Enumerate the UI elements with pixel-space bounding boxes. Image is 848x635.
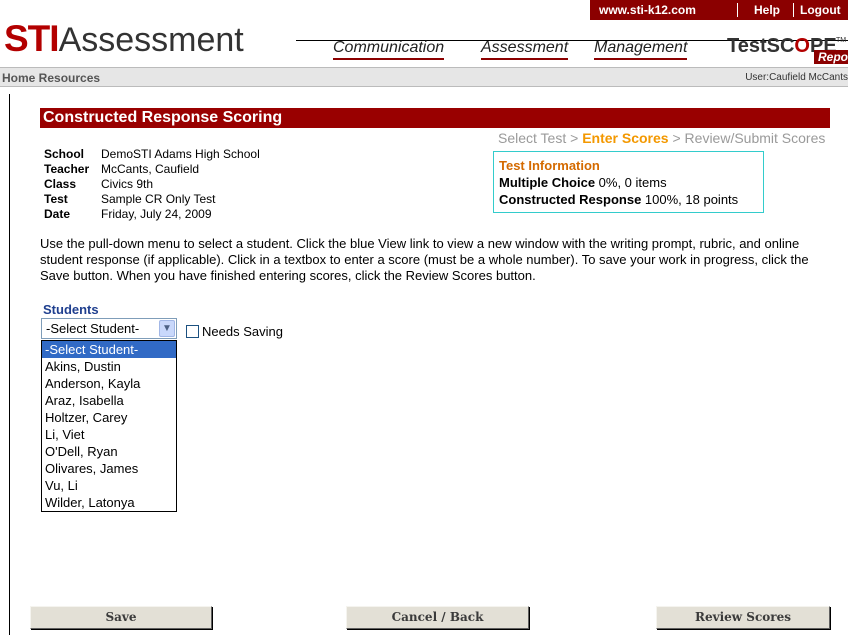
student-option[interactable]: Anderson, Kayla bbox=[42, 375, 176, 392]
detail-value: Civics 9th bbox=[101, 177, 154, 191]
logo-sti: STI bbox=[4, 18, 60, 59]
student-option[interactable]: O'Dell, Ryan bbox=[42, 443, 176, 460]
test-details: School DemoSTI Adams High School Teacher M… bbox=[44, 147, 260, 222]
detail-value: Friday, July 24, 2009 bbox=[101, 207, 212, 221]
current-user: User:Caufield McCants bbox=[745, 72, 848, 83]
save-button[interactable]: Save bbox=[30, 606, 212, 629]
testscope-text-o: O bbox=[794, 35, 810, 57]
detail-row: Test Sample CR Only Test bbox=[44, 192, 260, 207]
breadcrumb-select-test: Select Test bbox=[498, 130, 567, 146]
test-information-heading: Test Information bbox=[499, 158, 600, 173]
needs-saving-label: Needs Saving bbox=[202, 324, 283, 339]
site-link[interactable]: www.sti-k12.com bbox=[599, 3, 696, 17]
detail-key: Test bbox=[44, 192, 68, 206]
nav-assessment[interactable]: Assessment bbox=[481, 39, 569, 60]
page-title: Constructed Response Scoring bbox=[40, 108, 830, 128]
cr-value: 100%, 18 points bbox=[641, 192, 739, 207]
student-option[interactable]: Araz, Isabella bbox=[42, 392, 176, 409]
students-label: Students bbox=[43, 302, 99, 317]
student-option[interactable]: Li, Viet bbox=[42, 426, 176, 443]
mc-label: Multiple Choice bbox=[499, 175, 596, 190]
student-option[interactable]: Vu, Li bbox=[42, 477, 176, 494]
detail-key: Teacher bbox=[44, 162, 90, 176]
student-option[interactable]: Wilder, Latonya bbox=[42, 494, 176, 511]
detail-value: Sample CR Only Test bbox=[101, 192, 216, 206]
needs-saving-checkbox[interactable] bbox=[186, 325, 199, 338]
trademark-mark: TM bbox=[836, 37, 847, 44]
student-option[interactable]: -Select Student- bbox=[42, 341, 176, 358]
left-border-rule bbox=[9, 94, 10, 635]
detail-row: Class Civics 9th bbox=[44, 177, 260, 192]
student-dropdown-list: -Select Student- Akins, Dustin Anderson,… bbox=[41, 340, 177, 512]
detail-value: McCants, Caufield bbox=[101, 162, 200, 176]
constructed-response-line: Constructed Response 100%, 18 points bbox=[499, 191, 763, 208]
breadcrumb-separator: > bbox=[566, 130, 583, 146]
detail-key: Date bbox=[44, 207, 71, 221]
nav-communication[interactable]: Communication bbox=[333, 39, 445, 60]
divider bbox=[737, 3, 738, 17]
student-select[interactable]: -Select Student- ▼ bbox=[41, 318, 177, 339]
review-scores-button[interactable]: Review Scores bbox=[656, 606, 830, 629]
help-link[interactable]: Help bbox=[754, 3, 780, 17]
divider bbox=[793, 3, 794, 17]
detail-row: Teacher McCants, Caufield bbox=[44, 162, 260, 177]
breadcrumb-enter-scores: Enter Scores bbox=[582, 130, 669, 146]
student-select-value: -Select Student- bbox=[46, 321, 140, 336]
logo-assessment: Assessment bbox=[58, 21, 244, 59]
testscope-text-a: TestSC bbox=[727, 35, 795, 57]
mc-value: 0%, 0 items bbox=[595, 175, 667, 190]
cr-label: Constructed Response bbox=[499, 192, 642, 207]
detail-row: School DemoSTI Adams High School bbox=[44, 147, 260, 162]
breadcrumb-separator: > bbox=[668, 130, 685, 146]
nav-management[interactable]: Management bbox=[594, 39, 688, 60]
detail-key: Class bbox=[44, 177, 77, 191]
top-link-bar: www.sti-k12.com Help Logout bbox=[590, 0, 848, 20]
cancel-back-button[interactable]: Cancel / Back bbox=[346, 606, 529, 629]
breadcrumb-review-submit: Review/Submit Scores bbox=[684, 130, 826, 146]
reports-label[interactable]: Reports bbox=[814, 50, 848, 64]
test-information-box: Test Information Multiple Choice 0%, 0 i… bbox=[493, 151, 764, 213]
detail-key: School bbox=[44, 147, 85, 161]
sub-nav-bar: Home Resources User:Caufield McCants bbox=[0, 67, 848, 87]
multiple-choice-line: Multiple Choice 0%, 0 items bbox=[499, 174, 763, 191]
detail-row: Date Friday, July 24, 2009 bbox=[44, 207, 260, 222]
breadcrumb: Select Test > Enter Scores > Review/Subm… bbox=[498, 130, 825, 146]
student-option[interactable]: Akins, Dustin bbox=[42, 358, 176, 375]
instructions-text: Use the pull-down menu to select a stude… bbox=[40, 236, 809, 283]
chevron-down-icon[interactable]: ▼ bbox=[159, 320, 175, 337]
student-option[interactable]: Olivares, James bbox=[42, 460, 176, 477]
home-resources-links[interactable]: Home Resources bbox=[2, 71, 100, 85]
student-option[interactable]: Holtzer, Carey bbox=[42, 409, 176, 426]
logout-link[interactable]: Logout bbox=[800, 3, 841, 17]
sti-assessment-logo: STIAssessment bbox=[4, 18, 244, 59]
detail-value: DemoSTI Adams High School bbox=[101, 147, 260, 161]
